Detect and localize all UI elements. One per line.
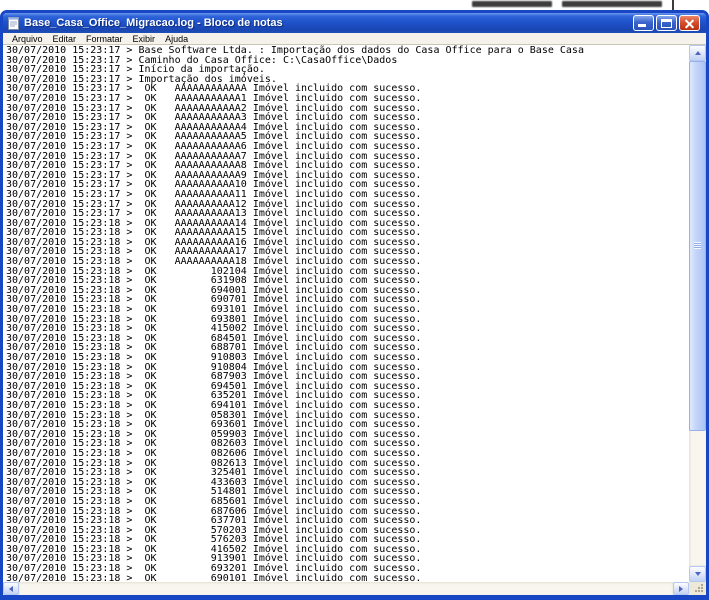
horizontal-scrollbar[interactable]: [3, 582, 706, 595]
resize-grip[interactable]: [689, 582, 706, 595]
menu-editar[interactable]: Editar: [48, 34, 82, 44]
chevron-right-icon: [679, 586, 683, 592]
vertical-scroll-thumb[interactable]: [689, 61, 706, 431]
horizontal-scroll-track[interactable]: [19, 582, 673, 595]
close-button[interactable]: [679, 15, 700, 31]
maximize-button[interactable]: [656, 15, 677, 31]
chevron-down-icon: [695, 572, 701, 576]
scroll-right-button[interactable]: [673, 582, 689, 595]
menu-arquivo[interactable]: Arquivo: [7, 34, 48, 44]
window-title: Base_Casa_Office_Migracao.log - Bloco de…: [24, 17, 629, 29]
window-controls: [633, 15, 700, 31]
notepad-icon: [7, 17, 20, 30]
vertical-scrollbar[interactable]: [689, 45, 706, 582]
minimize-button[interactable]: [633, 15, 654, 31]
scroll-down-button[interactable]: [689, 566, 706, 582]
scroll-left-button[interactable]: [3, 582, 19, 595]
log-text[interactable]: 30/07/2010 15:23:17 > Base Software Ltda…: [3, 45, 689, 582]
vertical-scroll-track[interactable]: [689, 61, 706, 566]
notepad-window: Base_Casa_Office_Migracao.log - Bloco de…: [0, 10, 709, 600]
client-area: 30/07/2010 15:23:17 > Base Software Ltda…: [3, 45, 706, 595]
chevron-left-icon: [9, 586, 13, 592]
chevron-up-icon: [695, 51, 701, 55]
background-text-fragment: [562, 1, 662, 7]
background-text-fragment: [472, 1, 552, 7]
menu-bar: Arquivo Editar Formatar Exibir Ajuda: [3, 33, 706, 45]
menu-formatar[interactable]: Formatar: [81, 34, 128, 44]
menu-exibir[interactable]: Exibir: [128, 34, 161, 44]
scroll-up-button[interactable]: [689, 45, 706, 61]
title-bar[interactable]: Base_Casa_Office_Migracao.log - Bloco de…: [3, 13, 706, 33]
menu-ajuda[interactable]: Ajuda: [160, 34, 193, 44]
editor-row: 30/07/2010 15:23:17 > Base Software Ltda…: [3, 45, 706, 582]
